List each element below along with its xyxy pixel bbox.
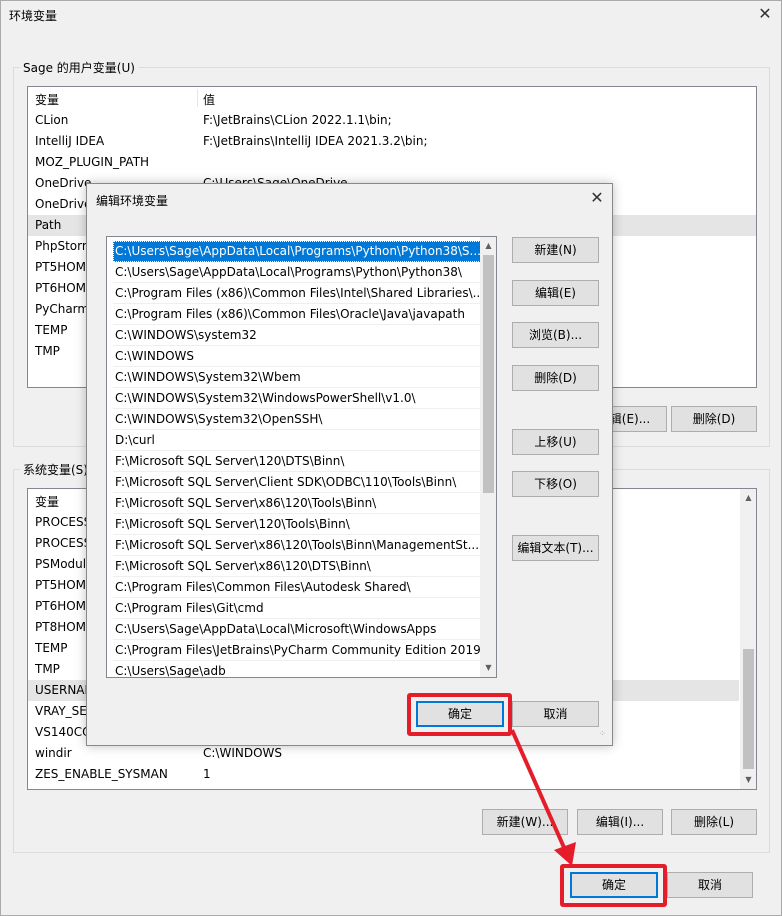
annotation-arrow-icon xyxy=(510,729,576,866)
